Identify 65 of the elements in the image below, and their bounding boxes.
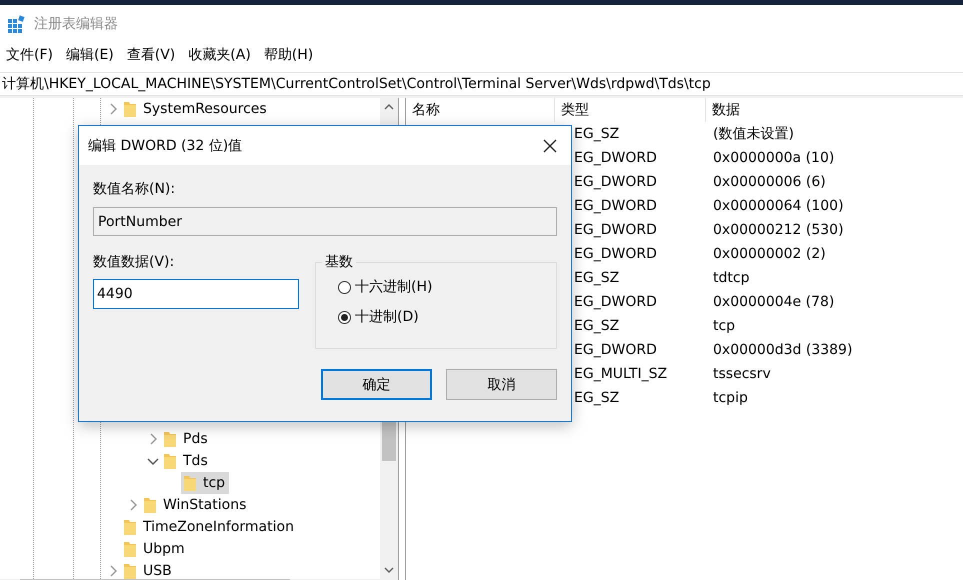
tree-node[interactable]: Ubpm	[121, 538, 189, 560]
table-cell-text: 0x00000212 (530)	[712, 222, 844, 238]
column-header[interactable]: 名称	[406, 98, 555, 122]
table-cell-text: 0x00000006 (6)	[712, 174, 826, 190]
tree-node[interactable]: Tds	[161, 450, 212, 472]
radio-button[interactable]	[338, 310, 351, 324]
table-cell-text: tcpip	[712, 390, 748, 406]
menu-item[interactable]: 编辑(E)	[66, 46, 114, 64]
field-label: 数值数据(V):	[93, 253, 176, 271]
table-cell-text: EG_DWORD	[574, 342, 658, 358]
folder-icon	[123, 100, 137, 118]
tree-node[interactable]: Pds	[161, 428, 212, 450]
table-cell-text: EG_DWORD	[574, 246, 658, 262]
table-cell-text: (数值未设置)	[712, 125, 794, 143]
table-cell-text: tcp	[712, 318, 736, 334]
menu-item[interactable]: 查看(V)	[126, 46, 176, 64]
dialog-button[interactable]: 取消	[446, 369, 557, 400]
table-cell-text: EG_DWORD	[574, 198, 658, 214]
table-cell-text: EG_DWORD	[574, 222, 658, 238]
menu-item[interactable]: 收藏夹(A)	[188, 46, 251, 64]
folder-icon	[163, 430, 177, 448]
column-header[interactable]: 类型	[555, 98, 706, 122]
table-cell-text: EG_SZ	[574, 126, 620, 142]
window-title: 注册表编辑器	[34, 15, 118, 33]
table-cell-text: EG_DWORD	[574, 174, 658, 190]
dialog-title: 编辑 DWORD (32 位)值	[88, 136, 242, 154]
radio-label[interactable]: 十六进制(H)	[355, 278, 432, 296]
folder-icon	[123, 562, 137, 579]
input-field[interactable]: 4490	[93, 279, 299, 309]
tree-node[interactable]: USB	[121, 560, 176, 579]
tree-node[interactable]: WinStations	[141, 494, 250, 516]
field-label: 数值名称(N):	[93, 180, 176, 198]
group-label: 基数	[322, 253, 356, 271]
column-header[interactable]: 数据	[706, 98, 963, 122]
table-cell-text: EG_DWORD	[574, 150, 658, 166]
table-cell-text: EG_MULTI_SZ	[574, 366, 668, 382]
table-cell-text: EG_DWORD	[574, 294, 658, 310]
menu-item[interactable]: 帮助(H)	[264, 46, 314, 64]
menu-item[interactable]: 文件(F)	[6, 46, 53, 64]
tree-node[interactable]: TimeZoneInformation	[121, 516, 298, 538]
input-field[interactable]: PortNumber	[93, 207, 557, 236]
folder-icon	[123, 518, 137, 536]
table-cell-text: 0x00000064 (100)	[712, 198, 844, 214]
table-cell-text: EG_SZ	[574, 318, 620, 334]
tree-node[interactable]: SystemResources	[121, 98, 271, 120]
folder-icon	[143, 496, 157, 514]
radio-label[interactable]: 十进制(D)	[355, 308, 419, 326]
folder-icon	[163, 452, 177, 470]
table-cell-text: 0x0000004e (78)	[712, 294, 834, 310]
app-icon	[8, 15, 26, 33]
table-cell-text: 0x0000000a (10)	[712, 150, 834, 166]
table-cell-text: EG_SZ	[574, 270, 620, 286]
dialog-button[interactable]: 确定	[321, 369, 432, 400]
scroll-thumb[interactable]	[382, 421, 396, 461]
address-bar[interactable]: 计算机\HKEY_LOCAL_MACHINE\SYSTEM\CurrentControlSet\Control\Terminal Server\Wds\rdpwd\Tds\tcp	[0, 72, 963, 96]
table-cell-text: 0x00000d3d (3389)	[712, 342, 852, 358]
folder-icon	[183, 474, 197, 492]
folder-icon	[123, 540, 137, 558]
table-cell-text: 0x00000002 (2)	[712, 246, 826, 262]
table-cell-text: tdtcp	[712, 270, 750, 286]
table-cell-text: tssecsrv	[712, 366, 771, 382]
tree-node[interactable]: tcp	[181, 472, 230, 494]
close-icon[interactable]	[543, 138, 557, 152]
radio-button[interactable]	[338, 280, 351, 294]
table-cell-text: EG_SZ	[574, 390, 620, 406]
